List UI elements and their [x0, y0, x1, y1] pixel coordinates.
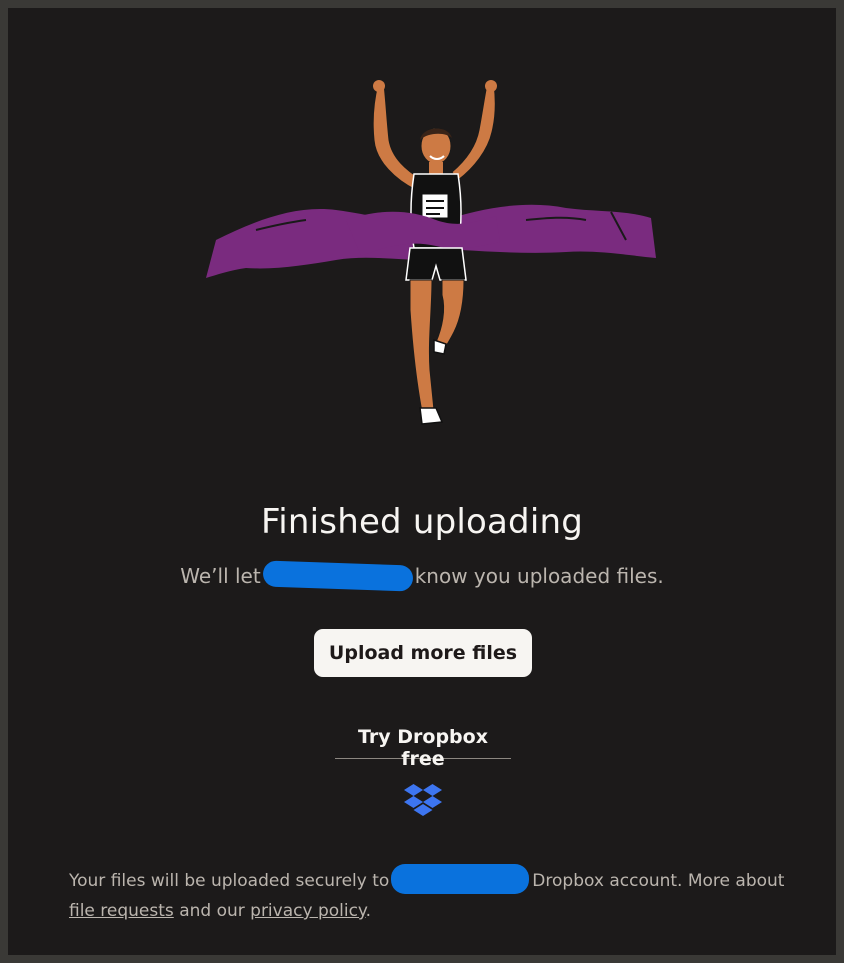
privacy-policy-link[interactable]: privacy policy: [250, 901, 365, 921]
footer-text-start: Your files will be uploaded securely to: [69, 871, 390, 891]
runner-leg-left: [409, 279, 435, 413]
redacted-recipient-name: [262, 559, 414, 592]
page-title: Finished uploading: [260, 502, 584, 542]
footer-disclaimer: Your files will be uploaded securely to D…: [69, 864, 789, 926]
upload-more-files-button[interactable]: Upload more files: [314, 629, 532, 677]
dropbox-logo-icon[interactable]: [404, 784, 442, 818]
message-suffix: know you uploaded files.: [414, 564, 664, 588]
notification-message: We’ll let know you uploaded files.: [8, 559, 836, 592]
message-prefix: We’ll let: [180, 564, 261, 588]
runner-arm-right: [451, 83, 496, 181]
footer-text-and: and our: [179, 901, 245, 921]
try-dropbox-free-link[interactable]: Try Dropbox free: [335, 726, 511, 770]
runner-leg-right: [435, 279, 465, 351]
runner-shorts: [405, 247, 467, 281]
upload-complete-panel: Finished uploading We’ll let know you upl…: [8, 8, 836, 955]
file-requests-link[interactable]: file requests: [69, 901, 174, 921]
runner-finish-line-illustration: [206, 80, 656, 425]
footer-text-middle: Dropbox account. More about: [532, 871, 785, 891]
redacted-account-owner: [391, 864, 530, 894]
footer-text-end: .: [365, 901, 371, 921]
runner-shoe-left: [419, 407, 444, 425]
